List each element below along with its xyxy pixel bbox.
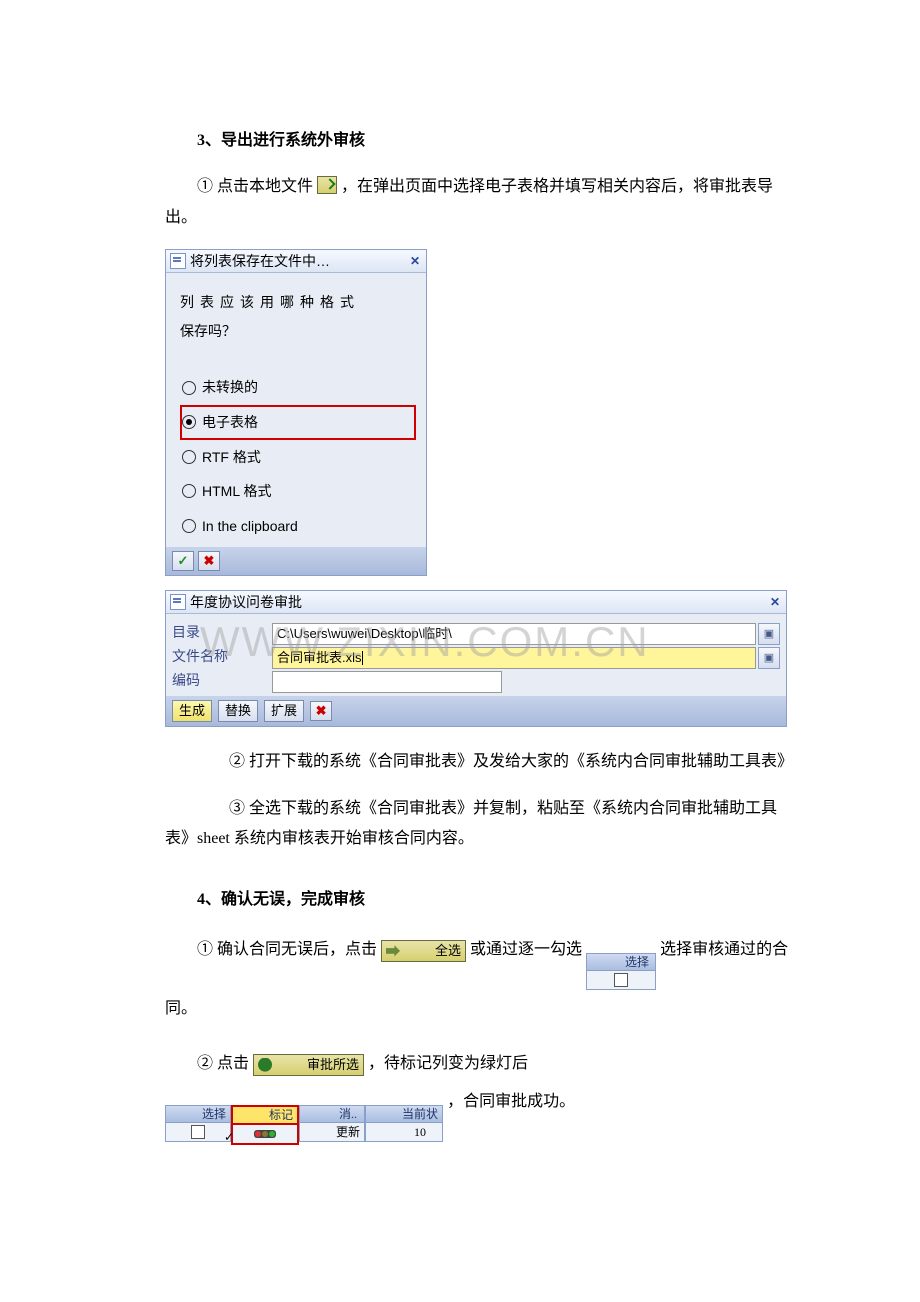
select-all-icon — [386, 944, 400, 958]
section4-step2: ② 点击 审批所选 ，待标记列变为绿灯后 选择 标记 消.. 更新 — [165, 1045, 790, 1146]
radio-rtf[interactable]: RTF 格式 — [180, 440, 416, 475]
s4p2-c: ，合同审批成功。 — [447, 1093, 575, 1110]
radio-label: 未转换的 — [202, 374, 258, 401]
browse-button[interactable]: ▣ — [758, 647, 780, 669]
select-all-label: 全选 — [403, 935, 461, 966]
select-cell[interactable] — [586, 971, 656, 990]
traffic-light-icon — [254, 1130, 276, 1138]
radio-label: In the clipboard — [202, 513, 298, 540]
file-save-dialog: 年度协议问卷审批 ✕ 目录 C:\Users\wuwei\Desktop\临时\… — [165, 590, 787, 727]
s4p1-a: ① 确认合同无误后，点击 — [197, 941, 377, 958]
encoding-label: 编码 — [172, 669, 272, 696]
approve-label: 审批所选 — [275, 1049, 359, 1080]
s4p2-b: ，待标记列变为绿灯后 — [368, 1055, 528, 1072]
section3-heading: 3、导出进行系统外审核 — [165, 126, 790, 156]
status-strip: 选择 标记 消.. 更新 当前状 10 — [165, 1105, 443, 1145]
dialog1-title: 将列表保存在文件中… — [190, 248, 330, 275]
radio-html[interactable]: HTML 格式 — [180, 474, 416, 509]
checkbox-icon — [614, 973, 628, 987]
s4p2-a: ② 点击 — [197, 1055, 249, 1072]
select-header: 选择 — [586, 953, 656, 971]
close-icon[interactable]: ✕ — [408, 254, 422, 268]
section3-step3: ③ 全选下载的系统《合同审批表》并复制，粘贴至《系统内合同审批辅助工具表》she… — [165, 794, 790, 855]
dialog-titlebar: 将列表保存在文件中… ✕ — [166, 250, 426, 273]
checkbox-checked-icon — [191, 1125, 205, 1139]
radio-icon — [182, 415, 196, 429]
radio-icon — [182, 381, 196, 395]
filename-label: 文件名称 — [172, 645, 272, 672]
close-icon[interactable]: ✕ — [768, 595, 782, 609]
section4-step1: ① 确认合同无误后，点击 全选 或通过逐一勾选 选择 选择审核通过的合同。 — [165, 931, 790, 1029]
radio-icon — [182, 450, 196, 464]
local-file-icon — [317, 176, 337, 194]
dialog2-titlebar: 年度协议问卷审批 ✕ — [166, 591, 786, 614]
section3-step1: ① 点击本地文件 ，在弹出页面中选择电子表格并填写相关内容后，将审批表导出。 — [165, 172, 790, 233]
col-select-hdr: 选择 — [165, 1105, 231, 1123]
radio-unconverted[interactable]: 未转换的 — [180, 370, 416, 405]
cancel-button[interactable]: ✖ — [198, 551, 220, 571]
radio-label: HTML 格式 — [202, 478, 271, 505]
document-icon — [170, 594, 186, 610]
section3-step2: ② 打开下载的系统《合同审批表》及发给大家的《系统内合同审批辅助工具表》 — [165, 747, 790, 777]
radio-label: RTF 格式 — [202, 444, 261, 471]
prompt-line-1: 列表应该用哪种格式 — [180, 289, 416, 316]
replace-button[interactable]: 替换 — [218, 700, 258, 722]
extend-button[interactable]: 扩展 — [264, 700, 304, 722]
select-column: 选择 — [586, 953, 656, 990]
browse-button[interactable]: ▣ — [758, 623, 780, 645]
step1-prefix: ① 点击本地文件 — [197, 178, 313, 195]
radio-label: 电子表格 — [202, 409, 258, 436]
s4p1-b: 或通过逐一勾选 — [470, 941, 582, 958]
radio-clipboard[interactable]: In the clipboard — [180, 509, 416, 544]
radio-icon — [182, 484, 196, 498]
cancel-button[interactable]: ✖ — [310, 701, 332, 721]
ok-button[interactable]: ✓ — [172, 551, 194, 571]
col-update-cell: 更新 — [299, 1123, 365, 1142]
radio-spreadsheet[interactable]: 电子表格 — [180, 405, 416, 440]
encoding-input[interactable] — [272, 671, 502, 693]
prompt-line-2: 保存吗？ — [180, 318, 416, 345]
section4-heading: 4、确认无误，完成审核 — [165, 885, 790, 915]
save-list-dialog: 将列表保存在文件中… ✕ 列表应该用哪种格式 保存吗？ 未转换的 电子表格 — [165, 249, 427, 576]
generate-button[interactable]: 生成 — [172, 700, 212, 722]
document-icon — [170, 253, 186, 269]
col-select-cell[interactable] — [165, 1123, 231, 1142]
dir-input[interactable]: C:\Users\wuwei\Desktop\临时\ — [272, 623, 756, 645]
col-mark-cell — [231, 1125, 299, 1145]
dialog2-title: 年度协议问卷审批 — [190, 589, 302, 616]
select-all-button[interactable]: 全选 — [381, 940, 466, 962]
approve-selected-button[interactable]: 审批所选 — [253, 1054, 364, 1076]
radio-icon — [182, 519, 196, 533]
filename-input[interactable]: 合同审批表.xls — [272, 647, 756, 669]
approve-icon — [258, 1058, 272, 1072]
col-status-cell: 10 — [365, 1123, 443, 1142]
dir-label: 目录 — [172, 621, 272, 648]
col-mark-hdr: 标记 — [231, 1105, 299, 1125]
